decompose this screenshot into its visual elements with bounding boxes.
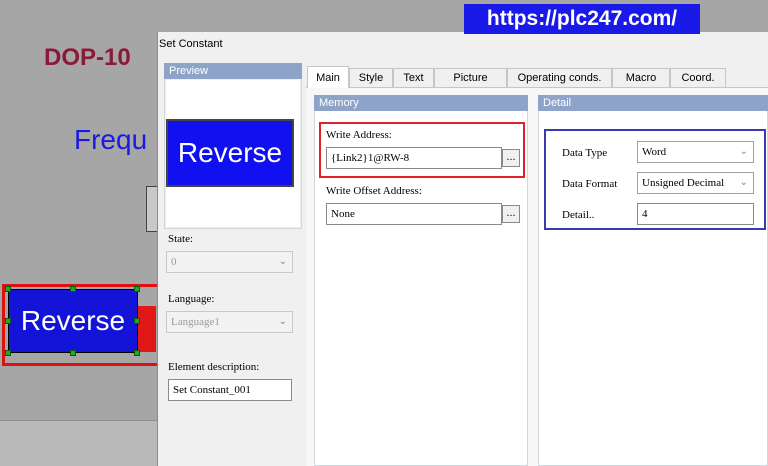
resize-handle-bottom-right[interactable] xyxy=(134,350,140,356)
resize-handle-left[interactable] xyxy=(5,318,11,324)
tab-macro[interactable]: Macro xyxy=(612,68,670,87)
state-select-value: 0 xyxy=(171,256,177,268)
detail-highlight xyxy=(544,129,766,230)
tab-text[interactable]: Text xyxy=(393,68,434,87)
element-description-input[interactable]: Set Constant_001 xyxy=(168,379,292,401)
canvas-title-text: DOP-10 xyxy=(44,44,131,71)
state-select[interactable]: 0 ⌄ xyxy=(166,251,293,273)
tab-picture[interactable]: Picture xyxy=(434,68,507,87)
resize-handle-top-right[interactable] xyxy=(134,286,140,292)
preview-reverse-button: Reverse xyxy=(166,119,294,187)
chevron-down-icon: ⌄ xyxy=(278,256,287,267)
resize-handle-top-left[interactable] xyxy=(5,286,11,292)
element-description-label: Element description: xyxy=(168,361,260,373)
resize-handle-bottom[interactable] xyxy=(70,350,76,356)
language-select[interactable]: Language1 ⌄ xyxy=(166,311,293,333)
write-offset-browse-button[interactable]: ... xyxy=(502,205,520,223)
detail-header: Detail xyxy=(538,95,768,111)
write-offset-label: Write Offset Address: xyxy=(326,185,422,197)
write-offset-input[interactable]: None xyxy=(326,203,502,225)
language-select-value: Language1 xyxy=(171,316,220,328)
resize-handle-bottom-left[interactable] xyxy=(5,350,11,356)
resize-handle-right[interactable] xyxy=(134,318,140,324)
memory-header: Memory xyxy=(314,95,528,111)
canvas-footer xyxy=(0,420,160,466)
state-label: State: xyxy=(168,233,194,245)
tab-coord[interactable]: Coord. xyxy=(670,68,726,87)
tab-main[interactable]: Main xyxy=(307,66,349,88)
tab-operating-conds[interactable]: Operating conds. xyxy=(507,68,612,87)
resize-handle-top[interactable] xyxy=(70,286,76,292)
preview-header: Preview xyxy=(164,63,302,79)
write-address-highlight xyxy=(319,122,525,178)
canvas-frequency-text: Frequ xyxy=(74,124,148,155)
watermark-url: https://plc247.com/ xyxy=(464,4,700,34)
dialog-title: Set Constant xyxy=(159,38,223,50)
tab-style[interactable]: Style xyxy=(349,68,393,87)
language-label: Language: xyxy=(168,293,215,305)
chevron-down-icon: ⌄ xyxy=(278,316,287,327)
